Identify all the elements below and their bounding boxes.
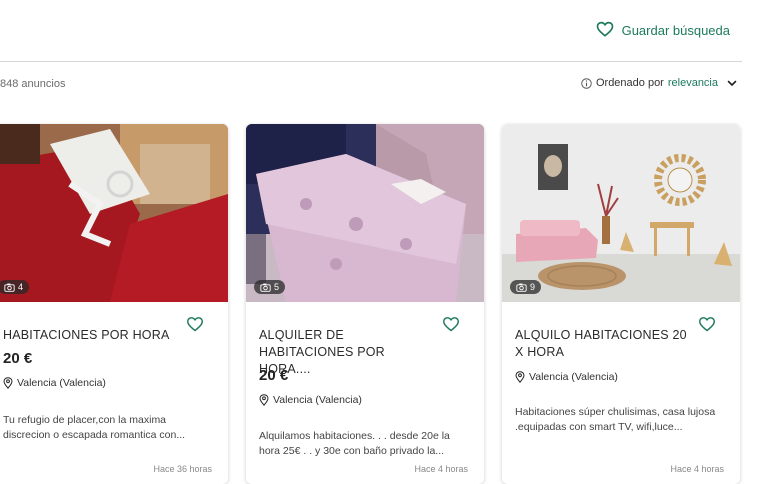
- listing-location: Valencia (Valencia): [3, 377, 106, 389]
- info-icon: [581, 77, 592, 89]
- location-pin-icon: [259, 394, 269, 406]
- save-search-label: Guardar búsqueda: [621, 23, 730, 38]
- photo-count: 9: [530, 282, 536, 292]
- camera-icon: [4, 283, 15, 292]
- living-room-photo: [502, 124, 740, 302]
- photo-count: 5: [274, 282, 280, 292]
- camera-icon: [516, 283, 527, 292]
- header-divider: [0, 61, 742, 62]
- listing-location: Valencia (Valencia): [515, 371, 618, 383]
- save-search-button[interactable]: Guardar búsqueda: [596, 20, 730, 41]
- sort-prefix: Ordenado por: [595, 77, 664, 89]
- location-text: Valencia (Valencia): [17, 377, 106, 389]
- listing-photo[interactable]: 4: [0, 124, 228, 302]
- favorite-heart-icon[interactable]: [698, 316, 716, 332]
- location-text: Valencia (Valencia): [273, 394, 362, 406]
- photo-count: 4: [18, 282, 24, 292]
- listing-photo[interactable]: 5: [246, 124, 484, 302]
- photo-count-badge: 5: [254, 280, 286, 294]
- favorite-heart-icon[interactable]: [186, 316, 204, 332]
- favorite-heart-icon[interactable]: [442, 316, 460, 332]
- listing-description: Tu refugio de placer,con la maxima discr…: [3, 414, 186, 441]
- bedroom-photo: [246, 124, 484, 302]
- listing-photo[interactable]: 9: [502, 124, 740, 302]
- listing-time: Hace 4 horas: [670, 464, 724, 474]
- listing-location: Valencia (Valencia): [259, 394, 362, 406]
- listing-card[interactable]: 4 HABITACIONES POR HORA 20 € Valencia (V…: [0, 124, 228, 484]
- photo-count-badge: 9: [510, 280, 542, 294]
- location-pin-icon: [515, 371, 525, 383]
- location-pin-icon: [3, 377, 13, 389]
- camera-icon: [260, 283, 271, 292]
- chevron-down-icon: [722, 77, 738, 89]
- listing-price: 20 €: [3, 350, 33, 367]
- listing-price: 20 €: [259, 367, 289, 384]
- listing-time: Hace 36 horas: [153, 464, 212, 474]
- listing-description: Alquilamos habitaciones. . . desde 20e l…: [259, 430, 450, 457]
- location-text: Valencia (Valencia): [529, 371, 618, 383]
- sort-value: relevancia: [667, 77, 718, 89]
- listing-card[interactable]: 5 ALQUILER DE HABITACIONES POR HORA.... …: [246, 124, 484, 484]
- listing-title[interactable]: HABITACIONES POR HORA: [3, 327, 183, 344]
- listing-card[interactable]: 9 ALQUILO HABITACIONES 20 X HORA Valenci…: [502, 124, 740, 484]
- listing-time: Hace 4 horas: [414, 464, 468, 474]
- results-count: 848 anuncios: [0, 78, 66, 90]
- heart-icon: [596, 20, 614, 41]
- listing-title[interactable]: ALQUILO HABITACIONES 20 X HORA: [515, 327, 695, 361]
- listing-description: Habitaciones súper chulisimas, casa lujo…: [515, 406, 716, 433]
- sort-dropdown[interactable]: Ordenado por relevancia: [581, 77, 738, 89]
- bedroom-photo: [0, 124, 228, 302]
- photo-count-badge: 4: [0, 280, 30, 294]
